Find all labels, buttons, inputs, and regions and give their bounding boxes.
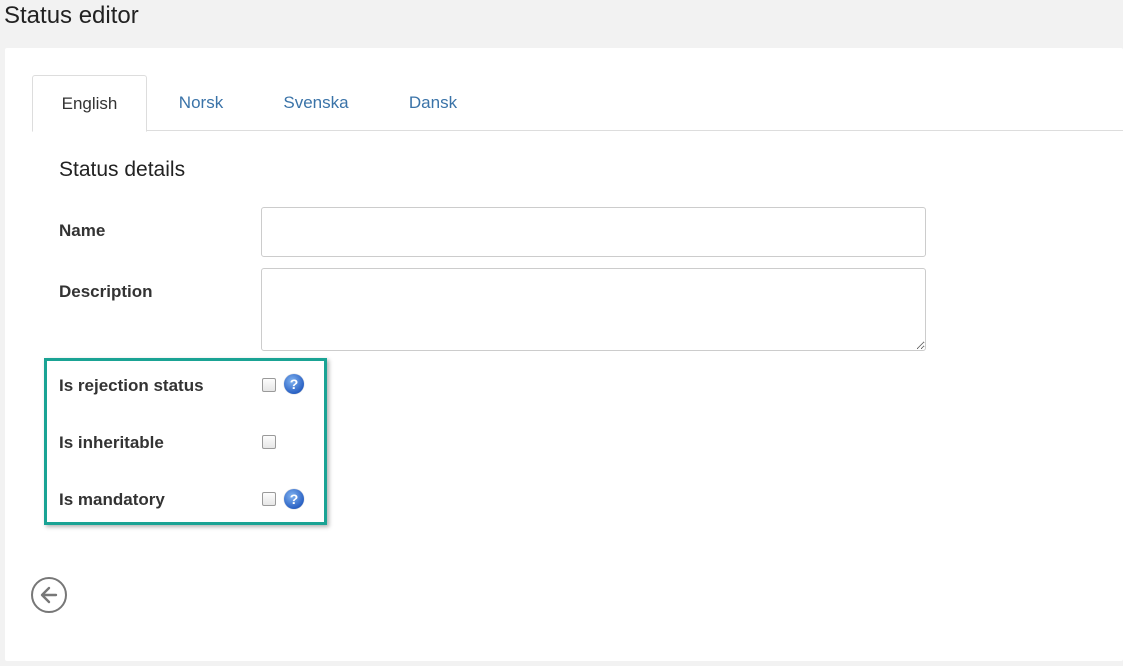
description-label: Description — [59, 282, 153, 301]
description-textarea[interactable] — [261, 268, 926, 351]
arrow-left-circle-icon — [40, 586, 58, 604]
tab-dansk[interactable]: Dansk — [392, 75, 474, 129]
mandatory-checkbox[interactable] — [262, 492, 276, 506]
rejection-status-checkbox[interactable] — [262, 378, 276, 392]
name-input[interactable] — [261, 207, 926, 257]
inheritable-checkbox[interactable] — [262, 435, 276, 449]
question-mark-icon[interactable]: ? — [284, 489, 304, 509]
mandatory-label: Is mandatory — [59, 490, 165, 509]
tab-norsk[interactable]: Norsk — [160, 75, 242, 129]
section-title: Status details — [59, 158, 186, 181]
tab-english[interactable]: English — [32, 75, 147, 132]
name-label: Name — [59, 221, 106, 240]
rejection-status-label: Is rejection status — [59, 376, 204, 395]
page-title: Status editor — [4, 2, 139, 29]
back-button[interactable] — [31, 577, 67, 613]
question-mark-icon[interactable]: ? — [284, 374, 304, 394]
language-tabs: English Norsk Svenska Dansk — [32, 75, 1123, 132]
status-editor-panel: English Norsk Svenska Dansk Status detai… — [5, 48, 1123, 661]
tab-svenska[interactable]: Svenska — [269, 75, 363, 129]
inheritable-label: Is inheritable — [59, 433, 164, 452]
